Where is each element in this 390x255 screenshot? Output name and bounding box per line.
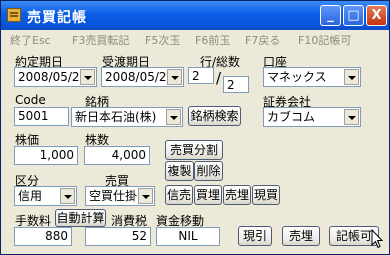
fund-transfer-input[interactable]: NIL bbox=[156, 227, 220, 246]
brand-select[interactable]: 新日本石油(株) bbox=[71, 107, 183, 127]
lot-row-input[interactable]: 2 bbox=[188, 67, 214, 84]
menu-item-back[interactable]: F7戻る bbox=[245, 32, 280, 48]
window: 売買記帳 _ □ X 終了Esc F3売買転記 F5次玉 F6前玉 F7戻る F… bbox=[0, 0, 390, 255]
fee-input[interactable]: 880 bbox=[14, 227, 72, 246]
minimize-icon[interactable]: _ bbox=[320, 5, 341, 26]
brand-search-button[interactable]: 銘柄検索 bbox=[188, 106, 241, 126]
split-trade-button[interactable]: 売買分割 bbox=[165, 140, 223, 160]
menu-item-exit[interactable]: 終了Esc bbox=[10, 32, 51, 48]
app-icon bbox=[7, 8, 21, 22]
broker-select[interactable]: カブコム bbox=[263, 107, 361, 127]
chevron-down-icon[interactable] bbox=[344, 69, 359, 85]
chevron-down-icon[interactable] bbox=[167, 69, 182, 85]
brand-value: 新日本石油(株) bbox=[75, 110, 157, 124]
credit-sell-button[interactable]: 信売 bbox=[165, 185, 193, 205]
sell-repay-button[interactable]: 売埋 bbox=[223, 185, 251, 205]
current-receive-button[interactable]: 現引 bbox=[238, 226, 272, 246]
chevron-down-icon[interactable] bbox=[344, 109, 359, 125]
trade-value: 空買仕掛 bbox=[89, 189, 138, 203]
category-value: 信用 bbox=[18, 189, 43, 203]
chevron-down-icon[interactable] bbox=[80, 69, 95, 85]
window-title: 売買記帳 bbox=[27, 10, 87, 26]
code-input[interactable]: 5001 bbox=[14, 107, 69, 126]
broker-value: カブコム bbox=[267, 110, 316, 124]
menu-item-prev[interactable]: F6前玉 bbox=[195, 32, 230, 48]
duplicate-button[interactable]: 複製 bbox=[165, 161, 194, 181]
mouse-cursor-icon bbox=[371, 229, 384, 249]
delivery-date-value: 2008/05/29 bbox=[105, 70, 175, 84]
contract-date-value: 2008/05/26 bbox=[18, 70, 88, 84]
chevron-down-icon[interactable] bbox=[138, 188, 153, 204]
consumption-tax-input[interactable]: 52 bbox=[85, 227, 151, 246]
account-select[interactable]: マネックス bbox=[263, 67, 361, 87]
chevron-down-icon[interactable] bbox=[166, 109, 181, 125]
maximize-icon[interactable]: □ bbox=[343, 5, 364, 26]
lot-separator: / bbox=[216, 69, 222, 87]
category-select[interactable]: 信用 bbox=[14, 186, 77, 206]
sell-repay-bottom-button[interactable]: 売埋 bbox=[282, 226, 320, 246]
delivery-date-picker[interactable]: 2008/05/29 bbox=[101, 67, 184, 87]
trade-select[interactable]: 空買仕掛 bbox=[85, 186, 155, 206]
lot-total-input[interactable]: 2 bbox=[223, 76, 249, 93]
chevron-down-icon[interactable] bbox=[60, 188, 75, 204]
auto-calc-button[interactable]: 自動計算 bbox=[55, 209, 106, 227]
menu-item-next[interactable]: F5次玉 bbox=[145, 32, 180, 48]
account-value: マネックス bbox=[267, 70, 327, 84]
title-bar[interactable]: 売買記帳 _ □ X bbox=[1, 1, 389, 30]
price-input[interactable]: 1,000 bbox=[14, 146, 78, 165]
code-label: Code bbox=[15, 93, 46, 107]
close-icon[interactable]: X bbox=[366, 5, 387, 26]
contract-date-picker[interactable]: 2008/05/26 bbox=[14, 67, 97, 87]
buy-repay-button[interactable]: 買埋 bbox=[194, 185, 222, 205]
spot-buy-button[interactable]: 現買 bbox=[252, 185, 280, 205]
delete-button[interactable]: 削除 bbox=[194, 161, 223, 181]
menu-bar: 終了Esc F3売買転記 F5次玉 F6前玉 F7戻る F10記帳可 bbox=[1, 30, 389, 48]
quantity-input[interactable]: 4,000 bbox=[84, 146, 150, 165]
menu-item-bookkeeping[interactable]: F10記帳可 bbox=[298, 32, 351, 48]
menu-item-transfer[interactable]: F3売買転記 bbox=[72, 32, 129, 48]
